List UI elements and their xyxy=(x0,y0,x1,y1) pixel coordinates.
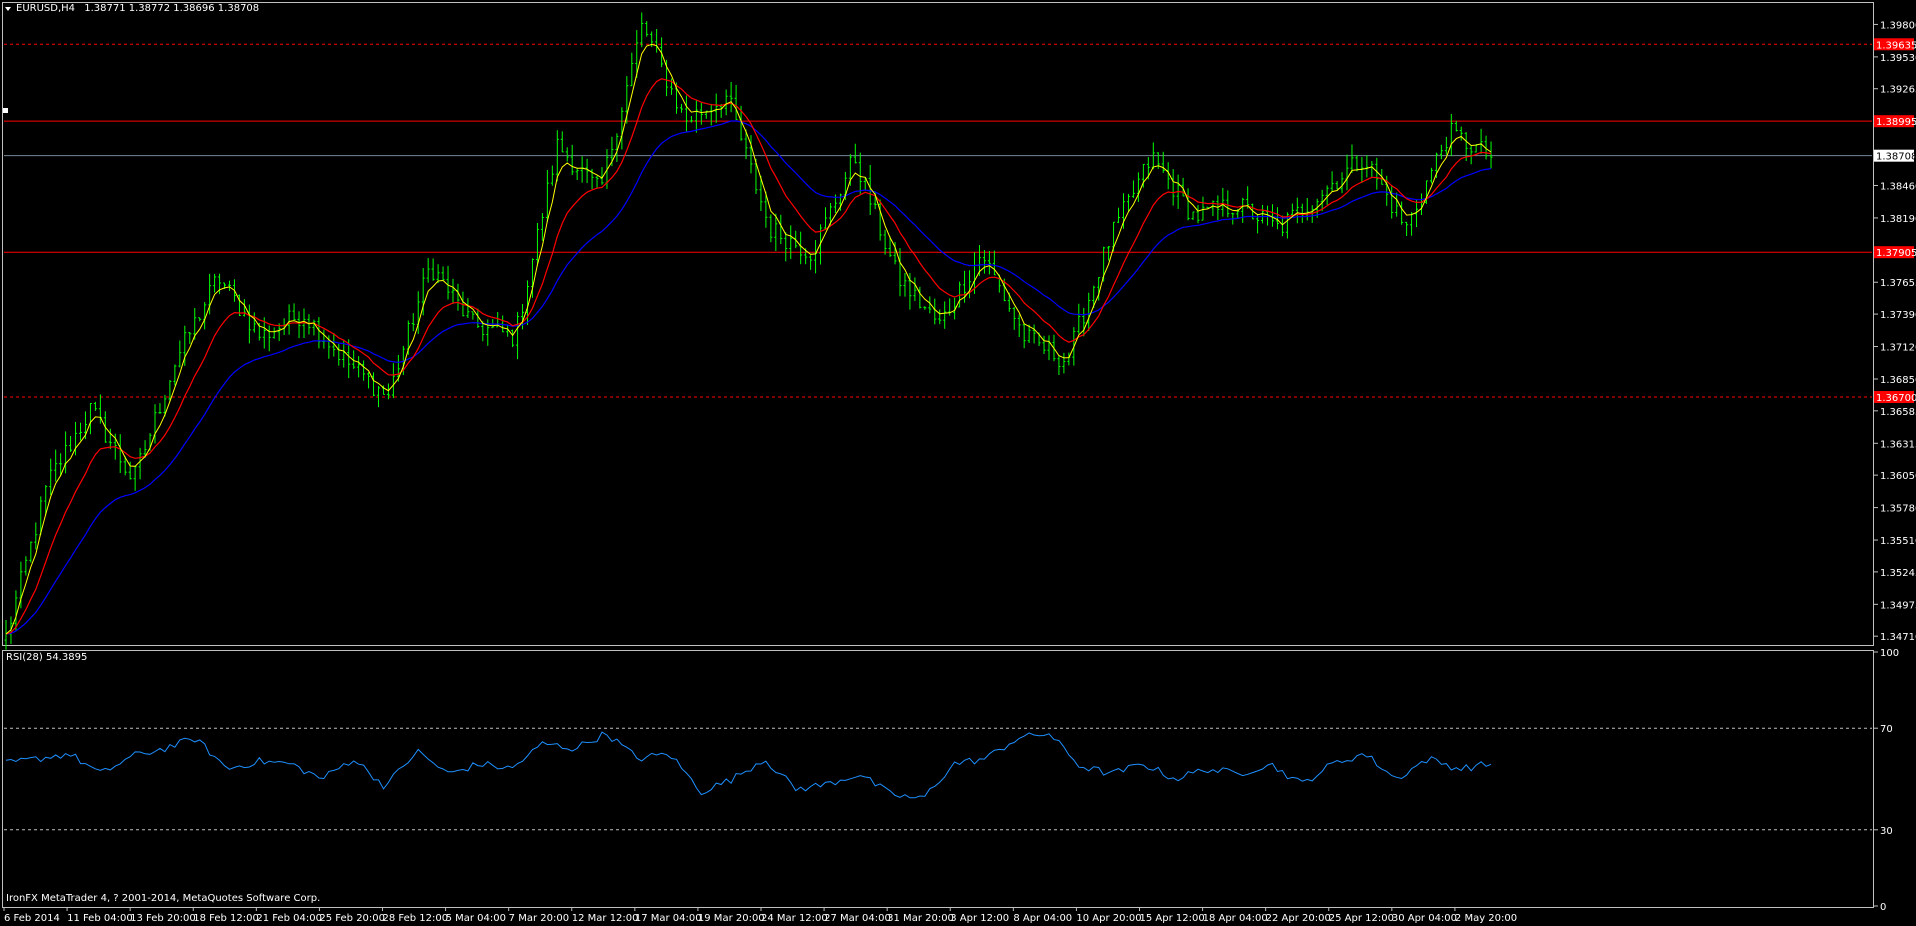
time-tick-label: 25 Feb 20:00 xyxy=(319,913,385,924)
time-tick-label: 18 Apr 04:00 xyxy=(1203,913,1268,924)
rsi-panel-frame xyxy=(2,650,1874,908)
symbol-timeframe: EURUSD,H4 xyxy=(16,3,76,14)
rsi-tick-label: 70 xyxy=(1880,724,1893,735)
time-tick-label: 18 Feb 12:00 xyxy=(193,913,259,924)
bid-tag-label: 1.38708 xyxy=(1876,152,1916,163)
rsi-line xyxy=(5,731,1492,799)
rsi-label: RSI(28) 54.3895 xyxy=(6,652,88,663)
main-panel-frame xyxy=(2,2,1874,646)
price-tick-label: 1.36850 xyxy=(1880,375,1916,386)
time-tick-label: 11 Feb 04:00 xyxy=(67,913,133,924)
time-tick-label: 21 Feb 04:00 xyxy=(256,913,322,924)
time-tick-label: 2 May 20:00 xyxy=(1455,913,1517,924)
time-tick-label: 5 Mar 04:00 xyxy=(446,913,506,924)
rsi-axis: 100 70 30 0 xyxy=(1873,648,1899,913)
horizontal-levels[interactable] xyxy=(4,43,1872,398)
time-tick-label: 8 Apr 04:00 xyxy=(1013,913,1072,924)
level-tag-label: 1.36700 xyxy=(1876,393,1916,404)
ma-slow-line xyxy=(5,120,1492,635)
dropdown-triangle-icon[interactable] xyxy=(5,7,11,11)
price-tick-label: 1.34975 xyxy=(1880,600,1916,611)
ohlc-values: 1.38771 1.38772 1.38696 1.38708 xyxy=(84,3,260,14)
candlestick-series xyxy=(4,12,1493,650)
time-tick-label: 22 Apr 20:00 xyxy=(1266,913,1331,924)
ma-fast-line xyxy=(5,43,1492,635)
time-tick-label: 28 Feb 12:00 xyxy=(383,913,449,924)
price-chart[interactable]: 1.39800 1.39530 1.39265 1.38995 1.38708 1.384… xyxy=(0,0,1916,926)
price-tick-label: 1.34710 xyxy=(1880,632,1916,643)
time-tick-label: 12 Mar 12:00 xyxy=(572,913,639,924)
rsi-tick-label: 100 xyxy=(1880,648,1899,659)
price-tick-label: 1.39800 xyxy=(1880,20,1916,31)
time-axis: 6 Feb 2014 11 Feb 04:0013 Feb 20:0018 Feb… xyxy=(3,907,1517,924)
price-tick-label: 1.36315 xyxy=(1880,439,1916,450)
time-tick-label: 31 Mar 20:00 xyxy=(887,913,954,924)
price-tick-label: 1.35245 xyxy=(1880,568,1916,579)
ma-mid-line xyxy=(5,78,1492,635)
time-tick-label: 30 Apr 04:00 xyxy=(1392,913,1457,924)
price-tick-label: 1.37655 xyxy=(1880,278,1916,289)
price-tick-label: 1.37120 xyxy=(1880,343,1916,354)
level-tag-label: 1.38995 xyxy=(1876,117,1916,128)
time-tick-label: 19 Mar 20:00 xyxy=(698,913,765,924)
time-tick-label: 27 Mar 04:00 xyxy=(824,913,891,924)
price-tick-label: 1.38190 xyxy=(1880,214,1916,225)
price-tick-label: 1.36585 xyxy=(1880,407,1916,418)
time-tick-label: 15 Apr 12:00 xyxy=(1140,913,1205,924)
time-tick-label: 7 Mar 20:00 xyxy=(509,913,569,924)
symbol-header: EURUSD,H4 1.38771 1.38772 1.38696 1.3870… xyxy=(16,3,259,14)
price-tick-label: 1.35510 xyxy=(1880,536,1916,547)
rsi-level-lines xyxy=(4,727,1872,831)
price-tick-label: 1.37390 xyxy=(1880,310,1916,321)
price-tick-label: 1.35780 xyxy=(1880,504,1916,515)
level-tag-label: 1.39635 xyxy=(1876,40,1916,51)
time-tick-label: 3 Apr 12:00 xyxy=(950,913,1009,924)
time-tick-label: 24 Mar 12:00 xyxy=(761,913,828,924)
rsi-tick-label: 30 xyxy=(1880,826,1893,837)
time-tick-label: 17 Mar 04:00 xyxy=(635,913,702,924)
time-tick-label: 6 Feb 2014 xyxy=(4,913,60,924)
selected-level-handle-icon[interactable] xyxy=(3,108,8,113)
time-tick-label: 13 Feb 20:00 xyxy=(130,913,196,924)
price-tick-label: 1.39530 xyxy=(1880,53,1916,64)
level-tag-label: 1.37905 xyxy=(1876,248,1916,259)
rsi-tick-label: 0 xyxy=(1880,902,1886,913)
price-axis: 1.39800 1.39530 1.39265 1.38995 1.38708 1.384… xyxy=(1873,20,1916,643)
time-tick-label: 10 Apr 20:00 xyxy=(1076,913,1141,924)
copyright-text: IronFX MetaTrader 4, ? 2001-2014, MetaQu… xyxy=(6,893,321,904)
price-tick-label: 1.38460 xyxy=(1880,181,1916,192)
price-tick-label: 1.36050 xyxy=(1880,471,1916,482)
price-tick-label: 1.39265 xyxy=(1880,85,1916,96)
time-tick-label: 25 Apr 12:00 xyxy=(1329,913,1394,924)
